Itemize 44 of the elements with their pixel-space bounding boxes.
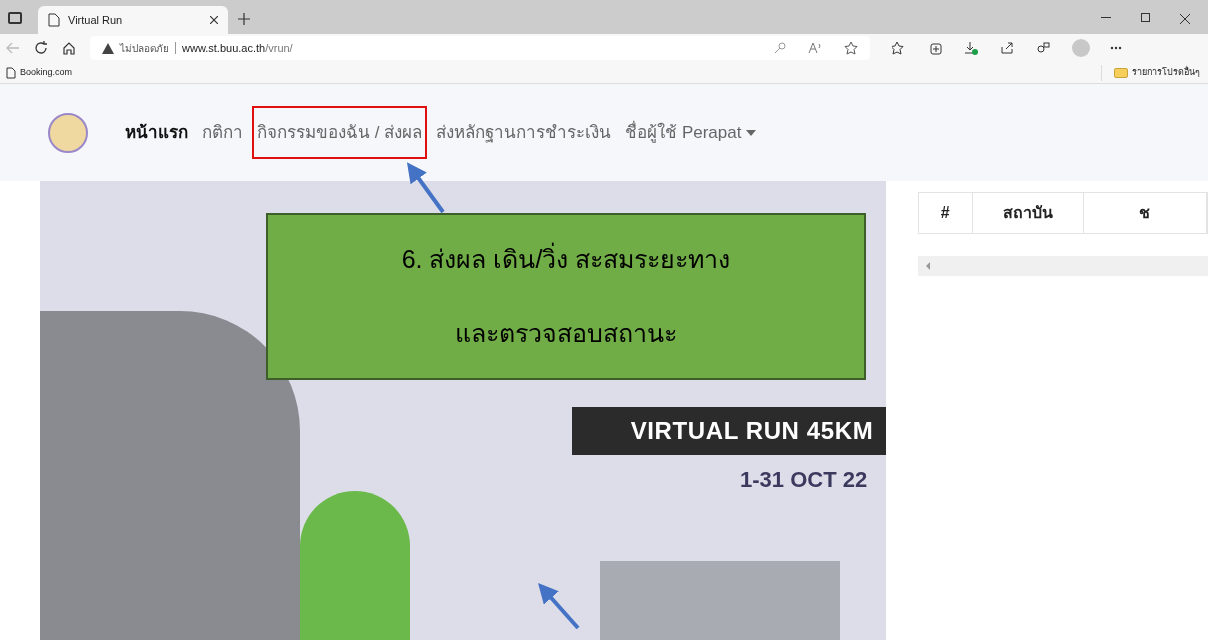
caret-icon (746, 129, 757, 136)
annotation-arrow (406, 162, 445, 214)
other-favorites-folder[interactable]: รายการโปรดอื่นๆ (1114, 65, 1202, 80)
nav-link[interactable]: ส่งหลักฐานการชำระเงิน (433, 113, 615, 152)
callout-text: 6. ส่งผล เดิน/วิ่ง สะสมระยะทาง (401, 241, 731, 279)
callout-text: และตรวจสอบสถานะ (455, 317, 677, 349)
warning-icon (102, 42, 114, 54)
url-text: www.st.buu.ac.th/vrun/ (182, 40, 293, 56)
page-icon (48, 13, 60, 27)
download-icon[interactable] (964, 41, 978, 55)
read-aloud-icon[interactable] (808, 42, 822, 54)
browser-tab[interactable]: Virtual Run (38, 6, 228, 34)
nav-link[interactable]: หน้าแรก (122, 113, 191, 152)
tab-actions-icon[interactable] (8, 12, 22, 24)
column-header: สถาบัน (972, 193, 1084, 233)
column-header: # (919, 193, 973, 233)
poster-dates: 1-31 OCT 22 (740, 466, 868, 494)
horizontal-scrollbar[interactable] (918, 256, 1208, 276)
restore-icon[interactable] (1141, 13, 1150, 22)
annotation-arrow (538, 583, 580, 630)
people-icon[interactable] (1036, 41, 1050, 55)
page-icon (6, 66, 16, 79)
close-icon[interactable] (210, 16, 218, 24)
share-icon[interactable] (1000, 41, 1014, 55)
logo[interactable] (48, 112, 88, 153)
nav-link[interactable]: กติกา (199, 113, 246, 152)
refresh-icon[interactable] (34, 41, 48, 55)
bookmark[interactable]: Booking.com (6, 65, 73, 80)
user-menu[interactable]: ชื่อผู้ใช้ Perapat (622, 113, 760, 152)
new-tab-icon[interactable] (238, 13, 250, 25)
home-icon[interactable] (62, 41, 76, 55)
address-bar[interactable]: ไม่ปลอดภัย www.st.buu.ac.th/vrun/ (90, 36, 870, 60)
star-add-icon[interactable] (844, 41, 858, 55)
collections-icon[interactable] (928, 41, 942, 55)
close-icon[interactable] (1180, 14, 1190, 24)
more-icon[interactable] (1110, 46, 1122, 50)
security-label: ไม่ปลอดภัย (120, 41, 169, 56)
folder-icon (1114, 67, 1128, 78)
nav-link[interactable]: กิจกรรมของฉัน / ส่งผล (254, 107, 426, 158)
key-icon[interactable] (774, 42, 786, 54)
tab-title: Virtual Run (68, 12, 124, 28)
column-header: ช (1083, 193, 1207, 233)
favorites-icon[interactable] (892, 41, 906, 55)
poster-banner: VIRTUAL RUN 45KM (572, 407, 886, 455)
